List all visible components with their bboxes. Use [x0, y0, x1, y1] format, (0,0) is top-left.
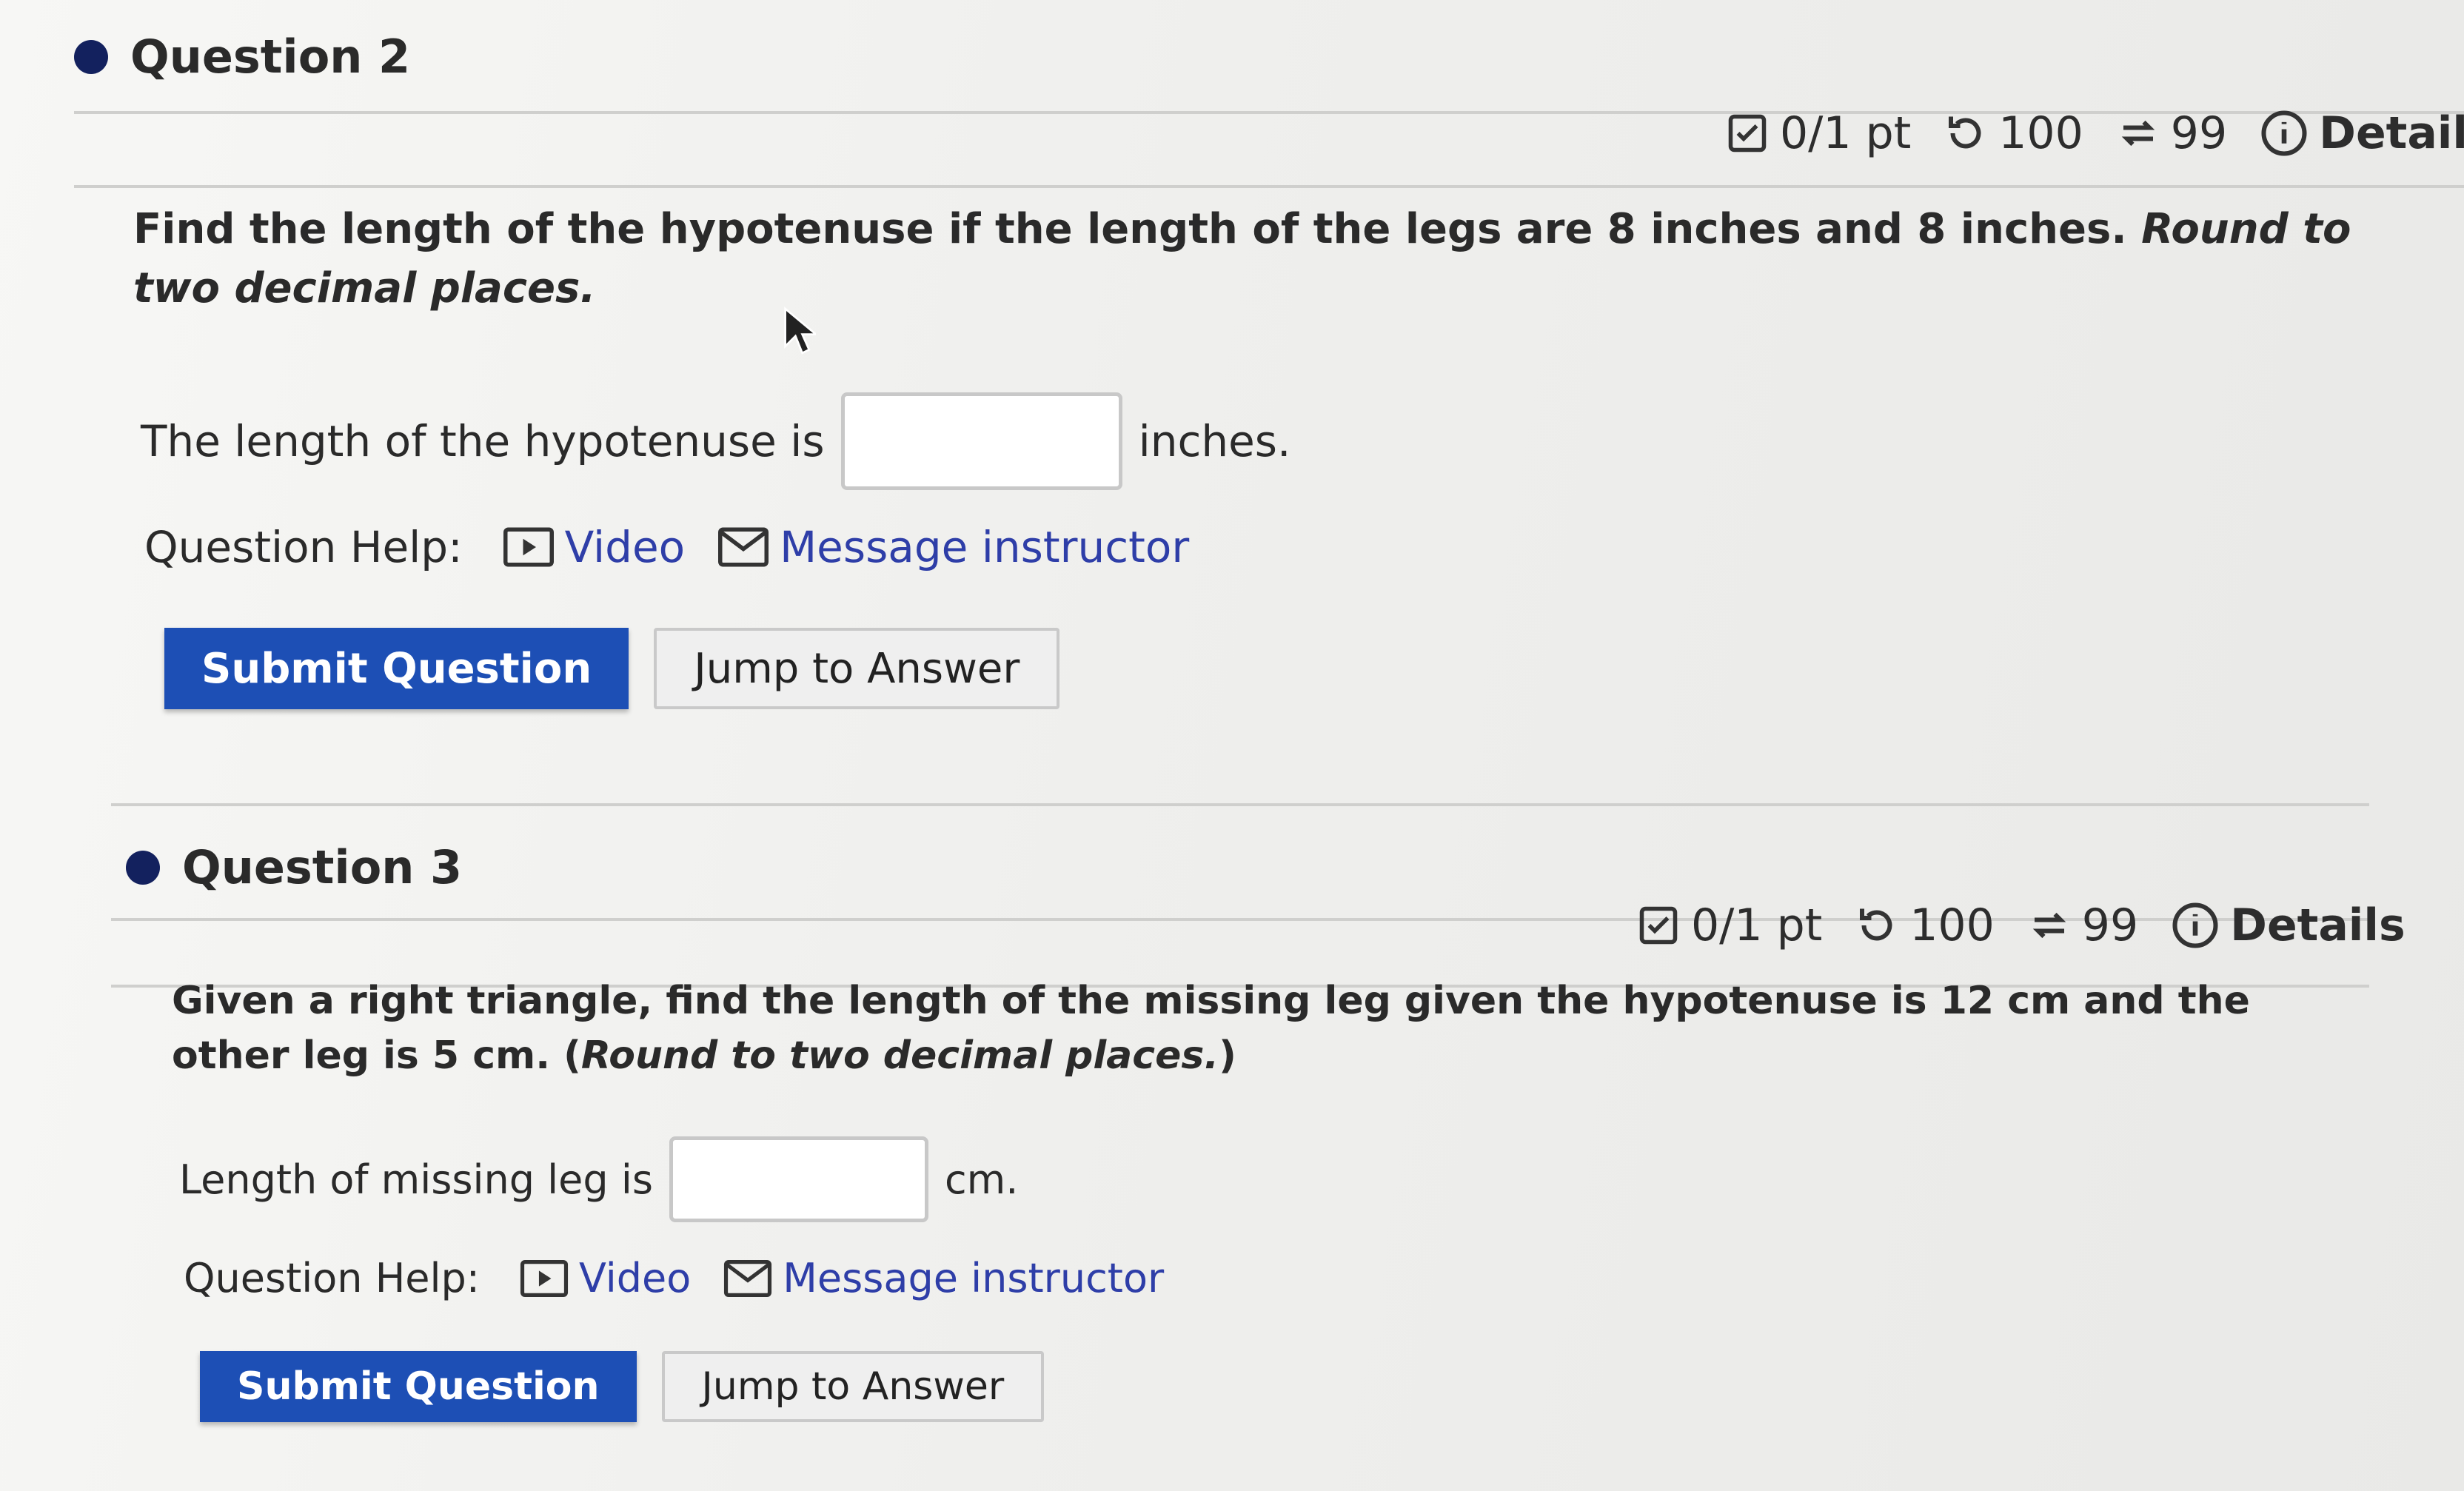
retries: 100 — [1855, 899, 1995, 951]
retries-value: 100 — [1998, 107, 2083, 159]
attempts: 99 — [2116, 107, 2227, 159]
score-value: 0/1 pt — [1691, 899, 1823, 951]
details-link[interactable]: Details — [2260, 107, 2464, 159]
video-icon — [520, 1259, 569, 1297]
action-buttons: Submit Question Jump to Answer — [164, 628, 1060, 709]
mouse-cursor-icon — [784, 306, 816, 355]
question-meta: 0/1 pt 100 99 Details — [1636, 899, 2406, 951]
question-3: Question 3 0/1 pt 100 99 Details Given a… — [0, 807, 2464, 1491]
message-instructor-link[interactable]: Message instructor — [717, 522, 1189, 572]
answer-prefix: The length of the hypotenuse is — [141, 416, 825, 466]
checkbox-icon — [1728, 114, 1767, 153]
details-link[interactable]: Details — [2171, 899, 2406, 951]
answer-line: Length of missing leg is cm. — [179, 1136, 1018, 1222]
help-label: Question Help: — [144, 522, 463, 572]
video-label: Video — [579, 1255, 692, 1301]
question-header: Question 2 — [74, 30, 410, 84]
message-label: Message instructor — [780, 522, 1190, 572]
submit-question-button[interactable]: Submit Question — [164, 628, 629, 709]
checkbox-icon — [1639, 906, 1678, 945]
question-bullet-icon — [74, 39, 108, 74]
video-link[interactable]: Video — [520, 1255, 691, 1301]
score: 0/1 pt — [1636, 899, 1822, 951]
prompt-round: Round to two decimal places. — [580, 1033, 1219, 1078]
question-2: Question 2 0/1 pt 100 99 Details Fin — [0, 0, 2464, 806]
attempts-value: 99 — [2170, 107, 2228, 159]
info-icon — [2261, 110, 2307, 156]
jump-to-answer-button[interactable]: Jump to Answer — [654, 628, 1060, 709]
attempts-value: 99 — [2081, 899, 2139, 951]
question-title: Question 2 — [130, 30, 411, 84]
question-title: Question 3 — [182, 840, 463, 894]
score-value: 0/1 pt — [1780, 107, 1912, 159]
question-meta: 0/1 pt 100 99 Details — [1725, 107, 2464, 159]
question-header: Question 3 — [126, 840, 462, 894]
question-help: Question Help: Video Message instructor — [184, 1255, 1196, 1301]
retries: 100 — [1944, 107, 2083, 159]
video-label: Video — [564, 522, 686, 572]
retry-icon — [1860, 908, 1892, 941]
question-help: Question Help: Video Message instructor — [144, 522, 1222, 572]
answer-input[interactable] — [669, 1136, 928, 1222]
submit-question-button[interactable]: Submit Question — [200, 1351, 637, 1422]
question-prompt: Find the length of the hypotenuse if the… — [133, 200, 2428, 318]
answer-line: The length of the hypotenuse is inches. — [141, 392, 1290, 490]
question-bullet-icon — [126, 850, 160, 885]
homework-page: Question 2 0/1 pt 100 99 Details Fin — [0, 0, 2464, 1491]
envelope-icon — [718, 527, 769, 567]
question-divider — [111, 803, 2369, 806]
help-label: Question Help: — [184, 1255, 480, 1301]
message-instructor-link[interactable]: Message instructor — [723, 1255, 1164, 1301]
info-icon — [2172, 902, 2218, 948]
message-label: Message instructor — [783, 1255, 1165, 1301]
answer-suffix: inches. — [1138, 416, 1291, 466]
video-link[interactable]: Video — [503, 522, 686, 572]
retry-icon — [1949, 116, 1981, 149]
answer-suffix: cm. — [944, 1156, 1019, 1203]
meta-divider — [74, 185, 2464, 188]
action-buttons: Submit Question Jump to Answer — [200, 1351, 1045, 1422]
details-label: Details — [2230, 899, 2406, 951]
envelope-icon — [724, 1259, 772, 1297]
retries-value: 100 — [1909, 899, 1995, 951]
repeat-icon — [2032, 912, 2066, 939]
attempts: 99 — [2027, 899, 2138, 951]
jump-to-answer-button[interactable]: Jump to Answer — [661, 1351, 1045, 1422]
answer-prefix: Length of missing leg is — [179, 1156, 653, 1203]
repeat-icon — [2121, 120, 2155, 147]
video-icon — [503, 527, 554, 567]
prompt-close: ) — [1219, 1033, 1236, 1078]
score: 0/1 pt — [1725, 107, 1911, 159]
question-prompt: Given a right triangle, find the length … — [172, 974, 2348, 1083]
details-label: Details — [2319, 107, 2464, 159]
prompt-text: Find the length of the hypotenuse if the… — [133, 205, 2127, 253]
answer-input[interactable] — [840, 392, 1122, 490]
